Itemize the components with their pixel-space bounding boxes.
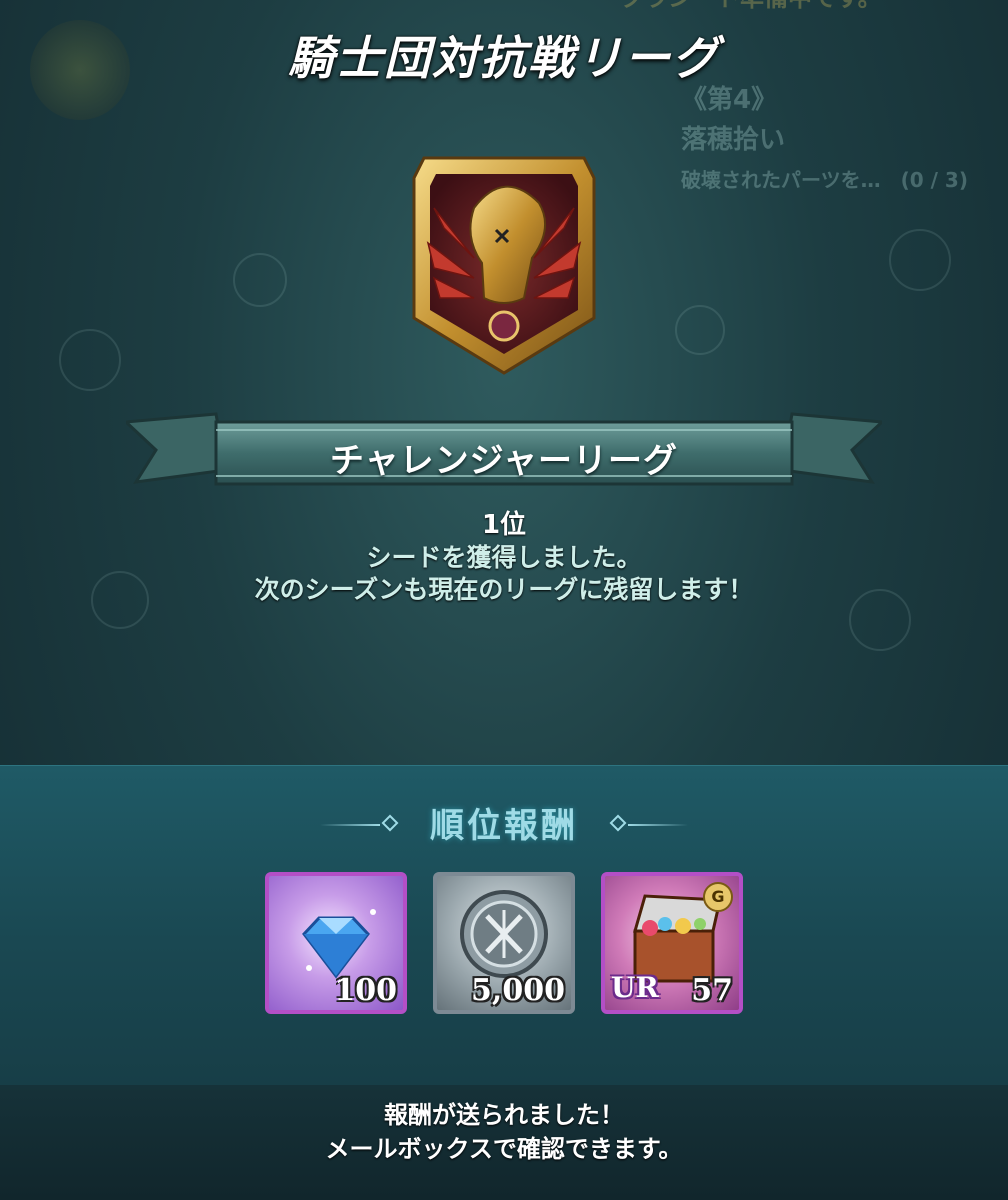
background-ghost-notice: クラン一ト準備中です。 bbox=[620, 0, 882, 13]
footer-line-2: メールボックスで確認できます。 bbox=[325, 1135, 683, 1163]
footer-line-1: 報酬が送られました！ bbox=[384, 1101, 624, 1129]
reward-heading-wrap: 順位報酬 bbox=[0, 798, 1008, 847]
league-name: チャレンジャーリーグ bbox=[330, 441, 678, 481]
reward-item-medals[interactable]: 5,000 bbox=[433, 872, 575, 1014]
reward-quantity: 5,000 bbox=[471, 973, 565, 1008]
page-title: 騎士団対抗戦リーグ bbox=[288, 31, 720, 85]
grade-g-badge: G bbox=[703, 882, 733, 912]
footer-message: 報酬が送られました！ メールボックスで確認できます。 bbox=[0, 1098, 1008, 1166]
result-line-2: 次のシーズンも現在のリーグに残留します！ bbox=[254, 575, 754, 604]
phoenix-crest-icon bbox=[412, 156, 596, 375]
reward-item-gems[interactable]: 100 bbox=[265, 872, 407, 1014]
background-ghost-quest: 《第4》 落穂拾い 破壊されたパーツを… (0 / 3) bbox=[681, 80, 968, 200]
rarity-ur-badge: UR bbox=[611, 971, 659, 1004]
result-message: 1位 シードを獲得しました。 次のシーズンも現在のリーグに残留します！ bbox=[0, 508, 1008, 606]
ghost-line: 破壊されたパーツを… (0 / 3) bbox=[681, 168, 968, 192]
ghost-line: 落穂拾い bbox=[681, 125, 786, 155]
reward-quantity: 57 bbox=[691, 973, 733, 1008]
reward-heading: 順位報酬 bbox=[430, 806, 578, 846]
reward-item-treasure-chest[interactable]: G UR 57 bbox=[601, 872, 743, 1014]
reward-quantity: 100 bbox=[334, 973, 397, 1008]
rank-label: 1位 bbox=[481, 510, 527, 540]
result-line-1: シードを獲得しました。 bbox=[366, 543, 642, 572]
